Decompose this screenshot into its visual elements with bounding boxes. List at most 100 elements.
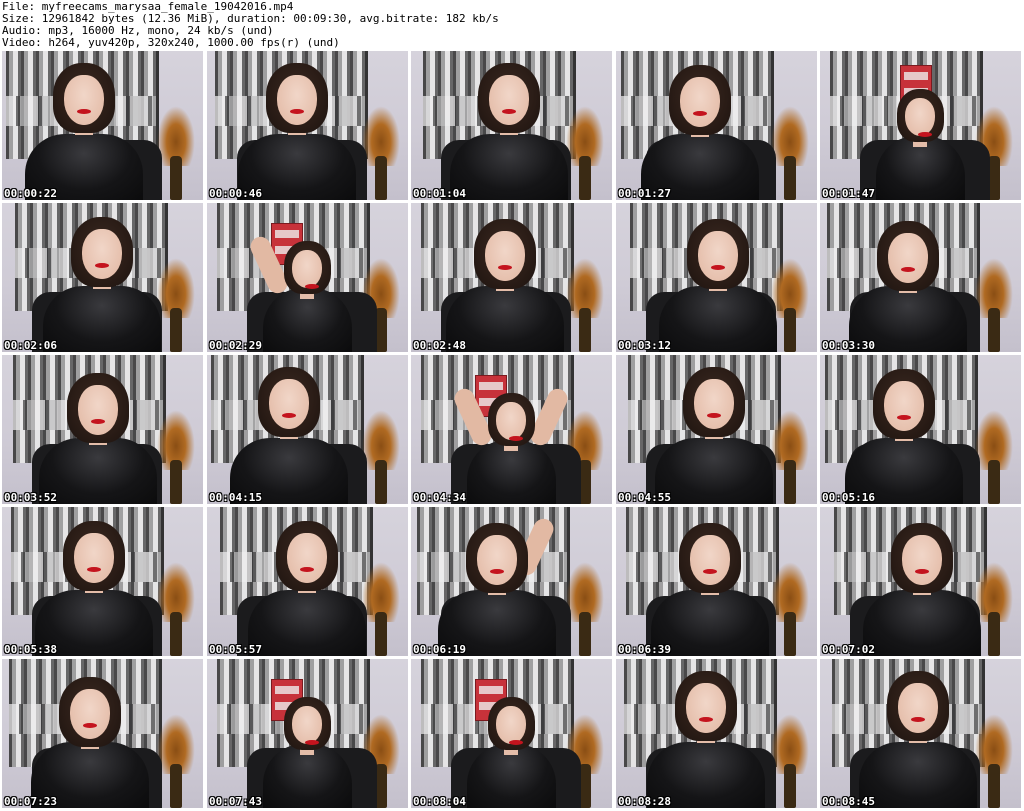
plant-vase	[784, 156, 796, 200]
video-thumbnail[interactable]: 00:01:47	[820, 51, 1021, 200]
plant-vase	[784, 612, 796, 656]
thumbnail-timestamp: 00:04:55	[618, 491, 671, 504]
thumbnail-timestamp: 00:00:46	[209, 187, 262, 200]
plant-vase	[988, 612, 1000, 656]
decorative-plant	[566, 562, 604, 656]
person-face	[496, 706, 526, 745]
person-face	[477, 535, 517, 585]
plant-vase	[579, 612, 591, 656]
thumbnail-timestamp: 00:05:57	[209, 643, 262, 656]
video-thumbnail[interactable]: 00:05:38	[2, 507, 203, 656]
video-thumbnail[interactable]: 00:02:29	[207, 203, 408, 352]
person-face	[902, 535, 942, 585]
plant-vase	[784, 460, 796, 504]
video-thumbnail[interactable]: 00:01:27	[616, 51, 817, 200]
thumbnail-timestamp: 00:01:04	[413, 187, 466, 200]
person-face	[686, 683, 726, 733]
person-face	[698, 231, 738, 281]
thumbnail-timestamp: 00:01:47	[822, 187, 875, 200]
plant-vase	[784, 308, 796, 352]
thumbnail-timestamp: 00:03:52	[4, 491, 57, 504]
thumbnail-timestamp: 00:05:16	[822, 491, 875, 504]
person-face	[489, 75, 529, 125]
person-face	[277, 75, 317, 125]
video-thumbnail[interactable]: 00:08:45	[820, 659, 1021, 808]
thumbnail-grid: 00:00:22 00:00:46 00:01:04 00:01:27 00:01:47…	[0, 51, 1024, 811]
video-thumbnail[interactable]: 00:03:30	[820, 203, 1021, 352]
thumbnail-timestamp: 00:02:06	[4, 339, 57, 352]
person-black-top	[450, 134, 568, 200]
video-thumbnail[interactable]: 00:08:28	[616, 659, 817, 808]
plant-vase	[784, 764, 796, 808]
video-thumbnail[interactable]: 00:00:46	[207, 51, 408, 200]
plant-vase	[579, 308, 591, 352]
person-face	[898, 683, 938, 733]
video-thumbnail[interactable]: 00:03:52	[2, 355, 203, 504]
decorative-plant	[362, 562, 400, 656]
thumbnail-timestamp: 00:02:29	[209, 339, 262, 352]
video-thumbnail[interactable]: 00:05:57	[207, 507, 408, 656]
thumbnail-timestamp: 00:03:30	[822, 339, 875, 352]
video-thumbnail[interactable]: 00:02:06	[2, 203, 203, 352]
thumbnail-timestamp: 00:05:38	[4, 643, 57, 656]
video-thumbnail[interactable]: 00:04:15	[207, 355, 408, 504]
person-face	[496, 402, 526, 441]
video-thumbnail[interactable]: 00:07:43	[207, 659, 408, 808]
decorative-plant	[566, 106, 604, 200]
plant-vase	[170, 308, 182, 352]
video-thumbnail[interactable]: 00:04:34	[411, 355, 612, 504]
thumbnail-timestamp: 00:03:12	[618, 339, 671, 352]
person-black-top	[863, 590, 981, 656]
decorative-plant	[362, 410, 400, 504]
video-thumbnail[interactable]: 00:02:48	[411, 203, 612, 352]
decorative-plant	[157, 562, 195, 656]
video-thumbnail[interactable]: 00:07:02	[820, 507, 1021, 656]
person-face	[70, 689, 110, 739]
thumbnail-timestamp: 00:04:34	[413, 491, 466, 504]
person-face	[269, 379, 309, 429]
thumbnail-timestamp: 00:06:39	[618, 643, 671, 656]
decorative-plant	[157, 714, 195, 808]
video-thumbnail[interactable]: 00:08:04	[411, 659, 612, 808]
video-info-line: Video: h264, yuv420p, 320x240, 1000.00 f…	[2, 36, 340, 49]
thumbnail-timestamp: 00:08:45	[822, 795, 875, 808]
video-thumbnail[interactable]: 00:05:16	[820, 355, 1021, 504]
video-thumbnail[interactable]: 00:07:23	[2, 659, 203, 808]
thumbnail-timestamp: 00:01:27	[618, 187, 671, 200]
video-thumbnail[interactable]: 00:00:22	[2, 51, 203, 200]
decorative-plant	[771, 562, 809, 656]
video-thumbnail[interactable]: 00:01:04	[411, 51, 612, 200]
person-face	[485, 231, 525, 281]
video-thumbnail[interactable]: 00:06:39	[616, 507, 817, 656]
person-face	[888, 233, 928, 283]
plant-vase	[988, 460, 1000, 504]
thumbnail-timestamp: 00:06:19	[413, 643, 466, 656]
plant-vase	[988, 308, 1000, 352]
thumbnail-timestamp: 00:07:43	[209, 795, 262, 808]
person-face	[884, 381, 924, 431]
plant-vase	[170, 612, 182, 656]
person-black-top	[655, 438, 773, 504]
decorative-plant	[362, 106, 400, 200]
plant-vase	[375, 156, 387, 200]
video-thumbnail[interactable]: 00:03:12	[616, 203, 817, 352]
decorative-plant	[771, 258, 809, 352]
person-face	[82, 229, 122, 279]
person-face	[690, 535, 730, 585]
person-face	[694, 379, 734, 429]
thumbnail-timestamp: 00:07:23	[4, 795, 57, 808]
person-face	[64, 75, 104, 125]
video-thumbnail[interactable]: 00:06:19	[411, 507, 612, 656]
decorative-plant	[975, 410, 1013, 504]
person-face	[292, 706, 322, 745]
decorative-plant	[771, 714, 809, 808]
video-thumbnail[interactable]: 00:04:55	[616, 355, 817, 504]
person-face	[905, 98, 935, 137]
person-face	[292, 250, 322, 289]
plant-vase	[170, 460, 182, 504]
thumbnail-timestamp: 00:08:28	[618, 795, 671, 808]
decorative-plant	[771, 106, 809, 200]
plant-vase	[170, 764, 182, 808]
plant-vase	[170, 156, 182, 200]
decorative-plant	[157, 106, 195, 200]
